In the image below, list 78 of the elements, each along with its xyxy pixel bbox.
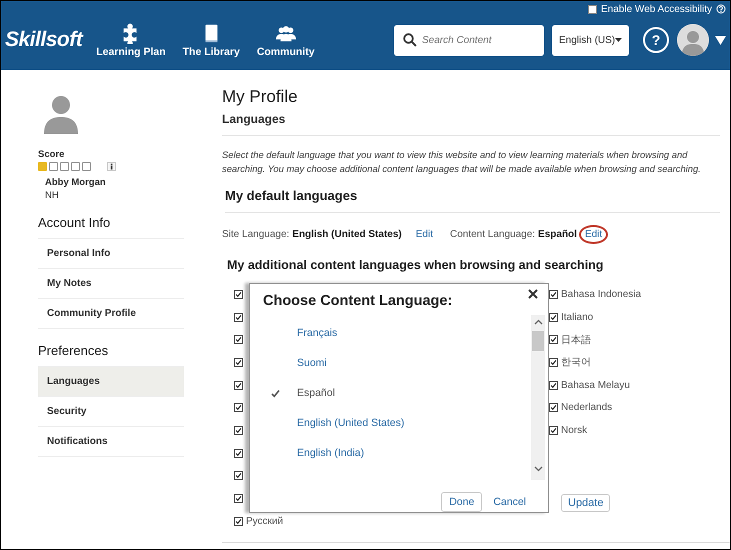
language-option: 한국어 xyxy=(561,355,591,370)
nav-item[interactable]: Community xyxy=(256,22,315,58)
nav-item[interactable]: Learning Plan xyxy=(96,22,166,58)
language-option[interactable]: Suomi xyxy=(263,348,547,378)
checkbox[interactable] xyxy=(234,312,243,322)
language-label: Content Language: xyxy=(450,229,536,240)
close-icon[interactable] xyxy=(528,289,538,299)
checkbox[interactable] xyxy=(234,494,243,504)
profile-silhouette-icon xyxy=(44,94,78,134)
checkbox[interactable] xyxy=(549,403,558,412)
language-value: English (United States) xyxy=(292,229,402,240)
section-heading: My default languages xyxy=(225,188,720,213)
checkbox[interactable] xyxy=(234,380,243,390)
checkbox[interactable] xyxy=(549,290,558,299)
checkbox[interactable] xyxy=(234,358,243,367)
language-option: Nederlands xyxy=(561,402,612,414)
help-icon[interactable] xyxy=(716,4,726,14)
cancel-link[interactable]: Cancel xyxy=(493,496,526,508)
accessibility-checkbox[interactable] xyxy=(588,4,598,14)
section-heading: Account Info xyxy=(38,215,184,239)
scroll-up-icon[interactable] xyxy=(534,319,542,325)
page-subtitle: Languages xyxy=(222,112,720,136)
scrollbar[interactable] xyxy=(531,315,545,480)
language-value: Español xyxy=(538,229,577,240)
sidebar-item[interactable]: My Notes xyxy=(38,269,184,299)
info-icon[interactable] xyxy=(107,162,116,170)
sidebar-item[interactable]: Notifications xyxy=(38,427,184,457)
checkbox[interactable] xyxy=(234,516,243,526)
dialog-title: Choose Content Language: xyxy=(263,293,454,309)
checkbox[interactable] xyxy=(234,426,243,435)
language-dropdown[interactable]: English (US) xyxy=(552,24,629,56)
language-option[interactable]: English (India) xyxy=(263,438,547,468)
language-option[interactable]: Français xyxy=(263,318,547,348)
user-initials: NH xyxy=(45,190,60,201)
checkbox[interactable] xyxy=(549,358,558,367)
language-option[interactable]: English (United States) xyxy=(263,408,547,438)
logo[interactable]: Skillsoft xyxy=(5,28,82,52)
help-button[interactable]: ? xyxy=(643,27,669,53)
language-option: Русский xyxy=(246,516,284,527)
sidebar-item[interactable]: Security xyxy=(38,397,184,427)
score-label: Score xyxy=(38,149,66,160)
language-option[interactable]: Español xyxy=(263,378,547,408)
caret-icon[interactable] xyxy=(715,36,726,44)
scroll-thumb[interactable] xyxy=(532,331,544,351)
checkbox[interactable] xyxy=(549,426,558,435)
accessibility-label: Enable Web Accessibility xyxy=(601,4,712,14)
checkmark-icon xyxy=(271,388,280,398)
user-name: Abby Morgan xyxy=(45,177,107,188)
description-text: Select the default language that you want to view this website and to view learning materials when browsing and searching. You may choose additional content languages that will be made available when browsing and searching. xyxy=(222,148,702,176)
sidebar-item[interactable]: Community Profile xyxy=(38,299,184,329)
language-option: Norsk xyxy=(561,424,588,436)
update-button[interactable]: Update xyxy=(561,494,610,512)
sidebar-item[interactable]: Personal Info xyxy=(38,239,184,269)
search-icon xyxy=(403,32,417,46)
checkbox[interactable] xyxy=(234,448,243,458)
checkbox[interactable] xyxy=(549,312,558,322)
checkbox[interactable] xyxy=(234,290,243,299)
nav-item[interactable]: The Library xyxy=(182,22,240,58)
done-button[interactable]: Done xyxy=(441,492,482,512)
language-label: Site Language: xyxy=(222,229,290,240)
language-option: 日本語 xyxy=(561,332,591,347)
language-option: Italiano xyxy=(561,312,594,323)
sidebar-item[interactable]: Languages xyxy=(38,367,184,397)
checkbox[interactable] xyxy=(234,471,243,480)
language-option: Bahasa Indonesia xyxy=(561,288,642,300)
avatar-icon[interactable] xyxy=(677,24,709,56)
edit-link[interactable]: Edit xyxy=(578,225,608,244)
checkbox[interactable] xyxy=(549,335,558,344)
caret-icon xyxy=(615,38,622,42)
checkbox[interactable] xyxy=(234,403,243,412)
search-field[interactable]: Search Content xyxy=(394,24,544,56)
page-title: My Profile xyxy=(222,87,299,107)
scroll-down-icon[interactable] xyxy=(534,466,542,472)
language-option: Bahasa Melayu xyxy=(561,380,630,391)
checkbox[interactable] xyxy=(549,380,558,390)
checkbox[interactable] xyxy=(234,335,243,344)
section-heading: My additional content languages when browsing and searching xyxy=(227,258,604,272)
edit-link[interactable]: Edit xyxy=(410,225,438,244)
